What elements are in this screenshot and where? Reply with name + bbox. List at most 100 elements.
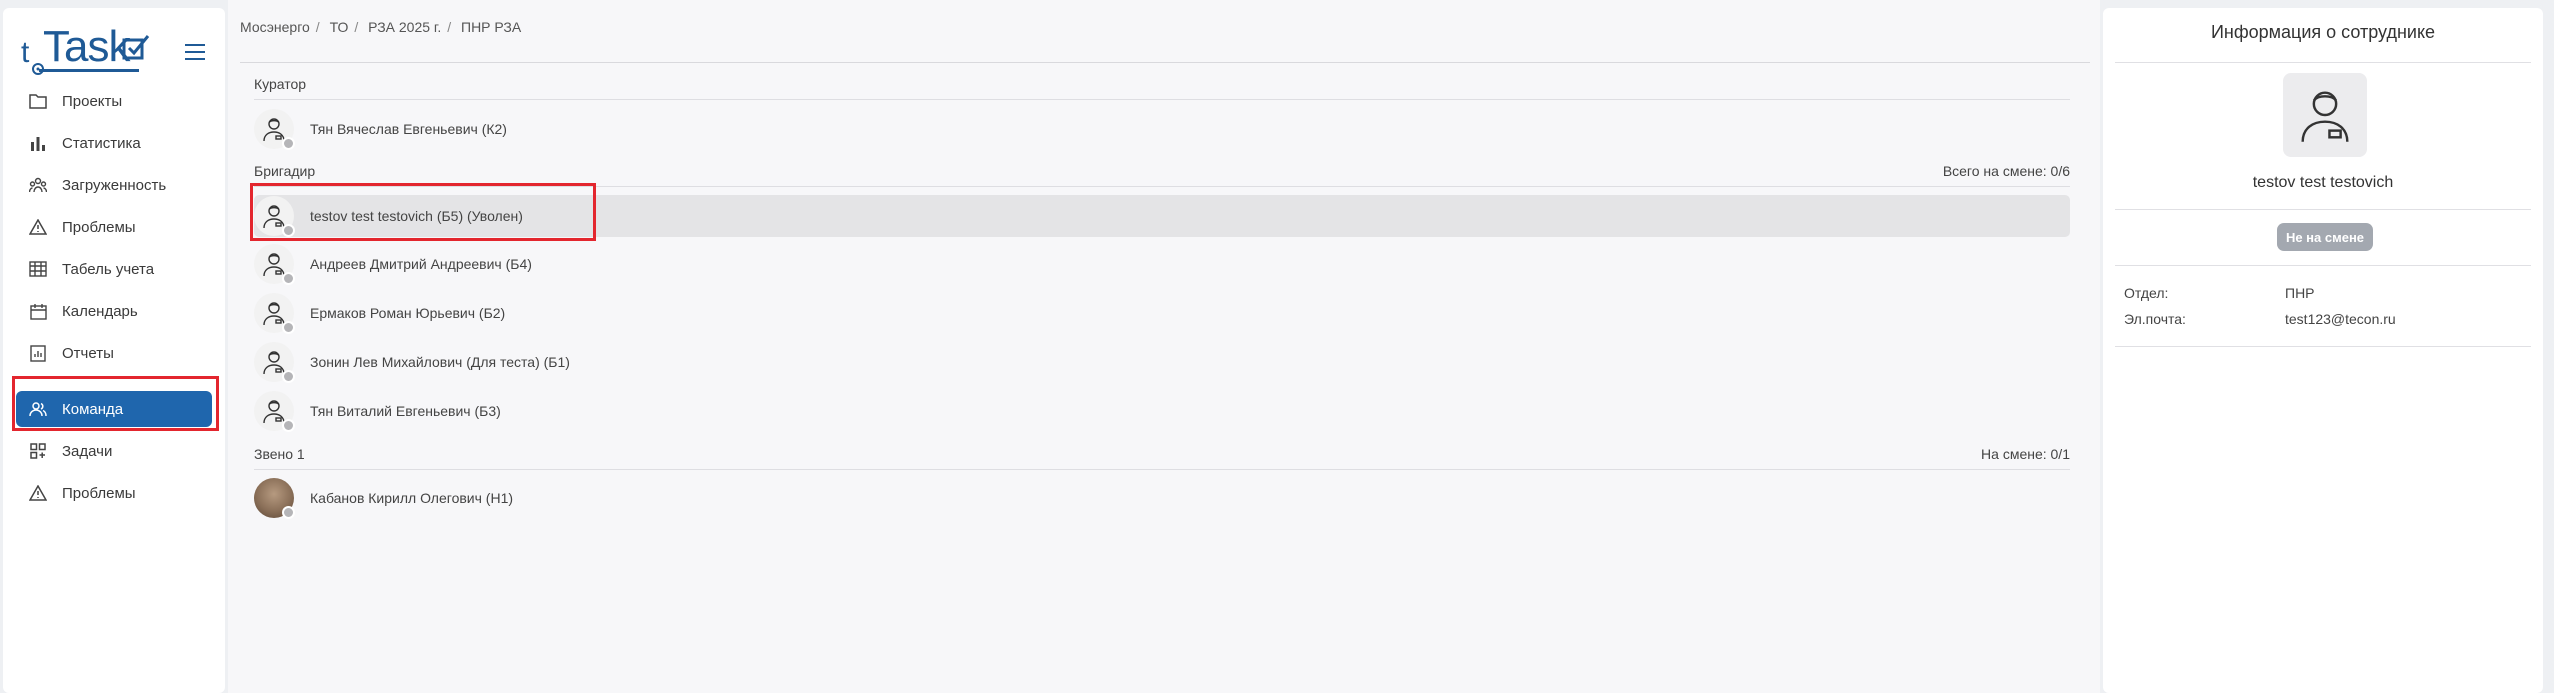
employee-avatar <box>2283 73 2367 157</box>
group-title: Куратор <box>254 76 307 92</box>
group-header-link1: Звено 1 На смене: 0/1 <box>254 446 2070 462</box>
sidebar-item-label: Проекты <box>62 92 123 110</box>
sidebar-item-timesheet[interactable]: Табель учета <box>16 251 212 287</box>
status-dot <box>282 321 295 334</box>
warning-icon <box>28 217 48 237</box>
nav-gap <box>3 377 225 391</box>
calendar-icon <box>28 301 48 321</box>
avatar <box>254 391 295 432</box>
bar-chart-icon <box>28 133 48 153</box>
info-row-email: Эл.почта: test123@tecon.ru <box>2124 311 2396 327</box>
logo-underline <box>39 69 139 72</box>
group-title: Бригадир <box>254 163 316 179</box>
panel-title: Информация о сотруднике <box>2210 22 2436 42</box>
logo-text: Task <box>43 22 130 71</box>
logo-gear-icon <box>32 63 44 75</box>
info-value[interactable]: test123@tecon.ru <box>2285 311 2396 327</box>
status-dot <box>282 419 295 432</box>
user-icon <box>2301 91 2349 142</box>
status-dot <box>282 506 295 519</box>
team-member-row[interactable]: Кабанов Кирилл Олегович (Н1) <box>254 477 2070 519</box>
team-member-row[interactable]: testov test testovich (Б5) (Уволен) <box>254 195 2070 237</box>
group-header-curator: Куратор <box>254 76 2070 92</box>
team-member-row[interactable]: Зонин Лев Михайлович (Для теста) (Б1) <box>254 341 2070 383</box>
people-icon <box>28 175 48 195</box>
divider <box>2115 62 2531 63</box>
sidebar-item-label: Задачи <box>62 442 113 460</box>
employee-name: testov test testovich <box>2252 174 2394 191</box>
sidebar-item-problems[interactable]: Проблемы <box>16 209 212 245</box>
info-label: Отдел: <box>2124 285 2169 301</box>
sidebar-item-calendar[interactable]: Календарь <box>16 293 212 329</box>
avatar <box>254 109 295 150</box>
status-dot <box>282 224 295 237</box>
sidebar-item-problems-2[interactable]: Проблемы <box>16 475 212 511</box>
group-title: Звено 1 <box>254 446 305 462</box>
app-root: t Task Проекты Статистика Загруженность … <box>0 0 2554 693</box>
sidebar-item-label: Календарь <box>62 302 138 320</box>
breadcrumb-item[interactable]: РЗА 2025 г. <box>368 19 441 35</box>
status-dot <box>282 370 295 383</box>
logo[interactable]: t Task <box>21 22 161 80</box>
group-divider <box>254 469 2070 470</box>
folder-icon <box>28 91 48 111</box>
team-member-row[interactable]: Тян Вячеслав Евгеньевич (К2) <box>254 108 2070 150</box>
tasks-icon <box>28 441 48 461</box>
group-divider <box>254 186 2070 187</box>
breadcrumb-item[interactable]: Мосэнерго <box>240 19 310 35</box>
member-name: Тян Вячеслав Евгеньевич (К2) <box>310 121 507 137</box>
avatar <box>254 196 295 237</box>
table-icon <box>28 259 48 279</box>
divider <box>2115 346 2531 347</box>
status-dot <box>282 272 295 285</box>
employee-info-panel: Информация о сотруднике testov test test… <box>2103 8 2543 693</box>
status-badge: Не на смене <box>2277 223 2373 251</box>
team-icon <box>28 399 48 419</box>
sidebar-item-projects[interactable]: Проекты <box>16 83 212 119</box>
breadcrumb: Мосэнерго / ТО / РЗА 2025 г. / ПНР РЗА <box>240 19 522 35</box>
avatar <box>254 293 295 334</box>
menu-toggle-icon[interactable] <box>185 44 205 62</box>
group-divider <box>254 99 2070 100</box>
sidebar-item-label: Табель учета <box>62 260 155 278</box>
breadcrumb-item[interactable]: ПНР РЗА <box>461 19 521 35</box>
sidebar-item-team[interactable]: Команда <box>16 391 212 427</box>
shift-count: Всего на смене: 0/6 <box>1942 163 2070 179</box>
main-content: Мосэнерго / ТО / РЗА 2025 г. / ПНР РЗА Кура… <box>228 0 2100 693</box>
breadcrumb-item[interactable]: ТО <box>330 19 349 35</box>
sidebar-item-workload[interactable]: Загруженность <box>16 167 212 203</box>
info-label: Эл.почта: <box>2124 311 2186 327</box>
sidebar: t Task Проекты Статистика Загруженность … <box>3 8 225 693</box>
member-name: testov test testovich (Б5) (Уволен) <box>310 208 523 224</box>
status-dot <box>282 137 295 150</box>
team-member-row[interactable]: Ермаков Роман Юрьевич (Б2) <box>254 292 2070 334</box>
member-name: Кабанов Кирилл Олегович (Н1) <box>310 490 514 506</box>
group-header-brigadier: Бригадир Всего на смене: 0/6 <box>254 163 2070 179</box>
shift-count: На смене: 0/1 <box>1981 446 2070 462</box>
sidebar-item-label: Проблемы <box>62 218 136 236</box>
sidebar-item-label: Отчеты <box>62 344 114 362</box>
divider <box>2115 265 2531 266</box>
warning-icon <box>28 483 48 503</box>
sidebar-item-tasks[interactable]: Задачи <box>16 433 212 469</box>
sidebar-item-reports[interactable]: Отчеты <box>16 335 212 371</box>
team-member-row[interactable]: Тян Виталий Евгеньевич (Б3) <box>254 390 2070 432</box>
logo-check-icon <box>122 35 150 60</box>
sidebar-item-label: Проблемы <box>62 484 136 502</box>
divider <box>240 62 2090 63</box>
avatar <box>254 342 295 383</box>
member-name: Зонин Лев Михайлович (Для теста) (Б1) <box>310 354 570 370</box>
team-member-row[interactable]: Андреев Дмитрий Андреевич (Б4) <box>254 243 2070 285</box>
sidebar-item-label: Статистика <box>62 134 141 152</box>
info-value: ПНР <box>2285 285 2315 301</box>
sidebar-item-label: Загруженность <box>62 176 167 194</box>
member-name: Ермаков Роман Юрьевич (Б2) <box>310 305 506 321</box>
logo-prefix: t <box>21 36 30 69</box>
divider <box>2115 209 2531 210</box>
avatar-photo <box>254 478 295 519</box>
report-icon <box>28 343 48 363</box>
avatar <box>254 244 295 285</box>
member-name: Тян Виталий Евгеньевич (Б3) <box>310 403 501 419</box>
sidebar-item-statistics[interactable]: Статистика <box>16 125 212 161</box>
info-row-department: Отдел: ПНР <box>2124 285 2315 301</box>
